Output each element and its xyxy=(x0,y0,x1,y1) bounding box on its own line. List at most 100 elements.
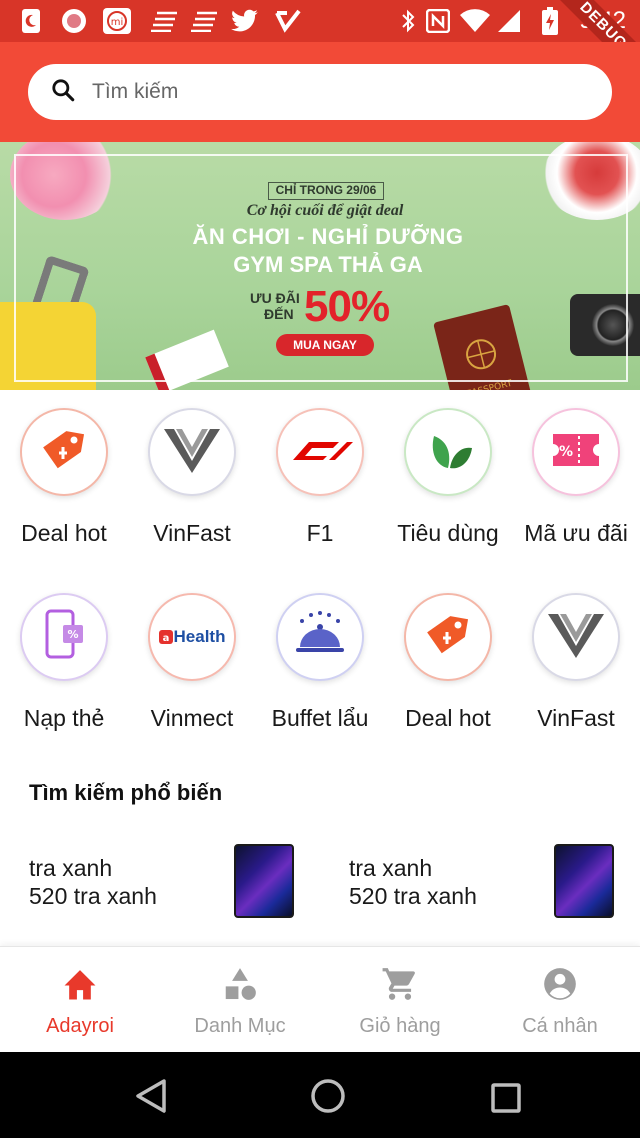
cart-icon xyxy=(381,965,419,1003)
banner-discount-label: ƯU ĐÃI ĐẾN xyxy=(250,290,300,322)
buy-now-button[interactable]: MUA NGAY xyxy=(276,334,374,356)
banner-den: ĐẾN xyxy=(264,306,294,322)
banner-subtitle: Cơ hội cuối để giật deal xyxy=(246,202,404,219)
popular-search-text: tra xanh 520 tra xanh xyxy=(349,854,477,910)
bluetooth-icon xyxy=(398,7,418,35)
battery-icon xyxy=(540,7,560,35)
category-label: Tiêu dùng xyxy=(397,520,499,546)
popular-search-item[interactable]: tra xanh 520 tra xanh xyxy=(29,838,329,924)
nav-label: Giỏ hàng xyxy=(359,1015,441,1037)
system-navigation-bar xyxy=(0,1052,640,1138)
search-icon xyxy=(50,77,76,108)
popular-search-line2: 520 tra xanh xyxy=(349,883,477,909)
category-label: Deal hot xyxy=(21,520,107,546)
shapes-icon xyxy=(221,965,259,1003)
banner-percent: 50% xyxy=(304,282,390,331)
category-icon-circle: % xyxy=(532,408,620,496)
category-label: F1 xyxy=(306,520,334,546)
nfc-icon xyxy=(424,7,452,35)
category-vinmect[interactable]: a Health Vinmect xyxy=(128,575,256,760)
category-label: Vinmect xyxy=(150,705,234,731)
vinfast-logo-icon xyxy=(162,425,222,480)
f1-logo-icon xyxy=(285,438,355,467)
category-icon-circle: a Health xyxy=(148,593,236,681)
nav-adayroi[interactable]: Adayroi xyxy=(0,947,160,1053)
nav-label: Cá nhân xyxy=(522,1015,598,1037)
check-icon xyxy=(274,7,302,35)
phone-topup-icon: % xyxy=(39,607,89,668)
coupon-icon: % xyxy=(549,428,603,477)
wifi-icon xyxy=(460,7,490,35)
category-icon-circle xyxy=(404,593,492,681)
nav-label: Adayroi xyxy=(46,1015,114,1037)
signal-icon xyxy=(496,7,522,35)
popular-search-line2: 520 tra xanh xyxy=(29,883,157,909)
mi-icon: mi xyxy=(102,7,132,35)
category-label: VinFast xyxy=(153,520,231,546)
phone-render xyxy=(234,844,294,918)
popular-search-line1: tra xanh xyxy=(29,855,113,881)
search-input[interactable] xyxy=(92,80,562,104)
category-icon-circle xyxy=(532,593,620,681)
category-icon-circle xyxy=(148,408,236,496)
popular-search-line1: tra xanh xyxy=(349,855,433,881)
account-icon xyxy=(541,965,579,1003)
category-label: Buffet lẩu xyxy=(271,705,369,731)
banner-uu-dai: ƯU ĐÃI xyxy=(250,290,300,306)
tag-icon xyxy=(421,608,475,667)
stripes-icon xyxy=(150,7,180,35)
cloche-icon xyxy=(290,607,350,668)
vinfast-logo-icon xyxy=(546,610,606,665)
tag-icon xyxy=(37,423,91,482)
record-icon xyxy=(60,7,88,35)
category-buffet-lau[interactable]: Buffet lẩu xyxy=(256,575,384,760)
category-ma-uu-dai[interactable]: % Mã ưu đãi xyxy=(512,390,640,575)
search-bar[interactable] xyxy=(28,64,612,120)
banner-tag: CHỈ TRONG 29/06 xyxy=(268,182,384,200)
back-icon[interactable] xyxy=(134,1078,168,1119)
nav-gio-hang[interactable]: Giỏ hàng xyxy=(320,947,480,1053)
category-label: Deal hot xyxy=(405,705,491,731)
svg-text:%: % xyxy=(67,628,78,641)
bottom-navigation: Adayroi Danh Mục Giỏ hàng Cá nhân xyxy=(0,946,640,1052)
popular-search-item[interactable]: tra xanh 520 tra xanh xyxy=(349,838,640,924)
health-logo-icon: a Health xyxy=(158,627,226,647)
svg-text:%: % xyxy=(559,444,573,460)
category-icon-circle xyxy=(20,408,108,496)
moon-notification-icon xyxy=(20,7,42,35)
category-vinfast[interactable]: VinFast xyxy=(128,390,256,575)
banner-headline-1: ĂN CHƠI - NGHỈ DƯỠNG xyxy=(192,224,464,249)
nav-ca-nhan[interactable]: Cá nhân xyxy=(480,947,640,1053)
category-deal-hot[interactable]: Deal hot xyxy=(384,575,512,760)
leaf-icon xyxy=(420,422,476,483)
svg-text:a: a xyxy=(162,633,169,644)
category-vinfast[interactable]: VinFast xyxy=(512,575,640,760)
banner-headline-2: GYM SPA THẢ GA xyxy=(233,252,423,277)
category-label: Nạp thẻ xyxy=(23,705,105,731)
category-f1[interactable]: F1 xyxy=(256,390,384,575)
svg-text:mi: mi xyxy=(111,17,124,28)
phone-render xyxy=(554,844,614,918)
popular-search-title: Tìm kiếm phổ biến xyxy=(29,780,223,805)
category-icon-circle xyxy=(276,593,364,681)
category-tieu-dung[interactable]: Tiêu dùng xyxy=(384,390,512,575)
home-icon xyxy=(61,965,99,1003)
status-bar: mi 9:42 DEBUG xyxy=(0,0,640,88)
home-circle-icon[interactable] xyxy=(310,1078,346,1119)
popular-search-text: tra xanh 520 tra xanh xyxy=(29,854,157,910)
category-icon-circle xyxy=(276,408,364,496)
twitter-icon xyxy=(230,7,260,35)
health-logo-text: Health xyxy=(173,627,226,646)
promo-banner[interactable]: PASSPORT CHỈ TRONG 29/06 Cơ hội cuối để … xyxy=(0,142,640,390)
category-nap-the[interactable]: % Nạp thẻ xyxy=(0,575,128,760)
nav-label: Danh Mục xyxy=(194,1015,286,1037)
category-icon-circle: % xyxy=(20,593,108,681)
smartphone-image xyxy=(541,838,627,924)
category-icon-circle xyxy=(404,408,492,496)
nav-danh-muc[interactable]: Danh Mục xyxy=(160,947,320,1053)
app-header xyxy=(0,42,640,142)
category-label: Mã ưu đãi xyxy=(524,520,628,546)
recents-icon[interactable] xyxy=(490,1082,522,1119)
category-deal-hot[interactable]: Deal hot xyxy=(0,390,128,575)
stripes-icon xyxy=(190,7,220,35)
